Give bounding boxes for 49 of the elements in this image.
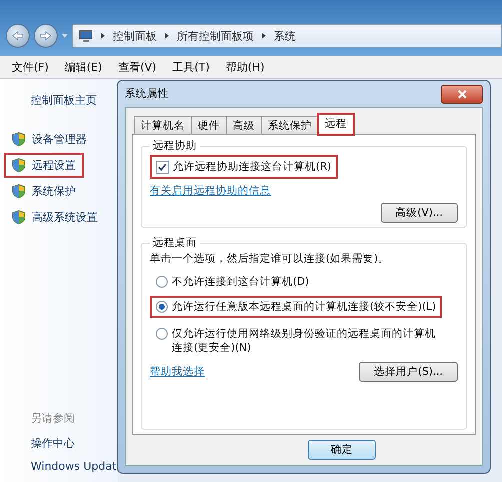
breadcrumb-arrow-icon[interactable]	[165, 33, 169, 39]
shield-icon	[12, 158, 26, 173]
advanced-button[interactable]: 高级(V)...	[380, 203, 458, 223]
menu-item[interactable]: 编辑(E)	[64, 60, 102, 74]
breadcrumb-item[interactable]: 控制面板	[113, 28, 157, 44]
sidebar-link[interactable]: 系统保护	[4, 179, 84, 204]
right-arrow-icon	[40, 31, 52, 41]
breadcrumb-arrow-icon[interactable]	[101, 33, 105, 39]
sidebar-home-link[interactable]: 控制面板主页	[4, 93, 118, 108]
shield-icon	[12, 184, 26, 199]
tab[interactable]: 计算机名	[134, 116, 192, 135]
shield-icon	[12, 210, 26, 225]
ok-button[interactable]: 确定	[308, 440, 376, 460]
menu-item[interactable]: 工具(T)	[172, 60, 210, 74]
group-heading: 远程协助	[152, 139, 198, 153]
sidebar-link[interactable]: 设备管理器	[4, 127, 95, 152]
breadcrumb-item[interactable]: 系统	[274, 28, 296, 44]
dialog-title: 系统属性	[125, 87, 169, 101]
breadcrumb-item[interactable]: 所有控制面板项	[177, 28, 254, 44]
tab[interactable]: 系统保护	[261, 116, 319, 135]
sidebar-link[interactable]: 远程设置	[4, 153, 84, 178]
see-also-heading: 另请参阅	[30, 411, 76, 426]
description-text: 单击一个选项，然后指定谁可以连接(如果需要)。	[150, 252, 390, 266]
tab[interactable]: 硬件	[191, 116, 227, 135]
see-also-link[interactable]: 操作中心	[4, 436, 118, 451]
menu-item[interactable]: 帮助(H)	[226, 60, 265, 74]
computer-icon	[79, 30, 93, 42]
select-users-button[interactable]: 选择用户(S)...	[359, 362, 458, 382]
tab[interactable]: 高级	[226, 116, 262, 135]
see-also-link[interactable]: Windows Updat	[4, 460, 118, 473]
remote-desktop-radio[interactable]: 仅允许运行使用网络级别身份验证的远程桌面的计算机连接(更安全)(N)	[150, 323, 452, 359]
address-bar[interactable]: 控制面板 所有控制面板项 系统	[72, 24, 502, 48]
remote-desktop-radio[interactable]: 不允许连接到这台计算机(D)	[150, 271, 316, 293]
menu-item[interactable]: 文件(F)	[12, 60, 49, 74]
back-button[interactable]	[6, 24, 30, 48]
close-button[interactable]	[441, 84, 483, 104]
remote-desktop-radio[interactable]: 允许运行任意版本远程桌面的计算机连接(较不安全)(L)	[150, 296, 442, 318]
info-link[interactable]: 有关启用远程协助的信息	[150, 184, 271, 198]
shield-icon	[12, 132, 26, 147]
left-arrow-icon	[12, 31, 24, 41]
close-icon	[458, 90, 466, 98]
sidebar-link[interactable]: 高级系统设置	[4, 205, 106, 230]
tab[interactable]: 远程	[318, 114, 354, 135]
breadcrumb-arrow-icon[interactable]	[262, 33, 266, 39]
help-link[interactable]: 帮助我选择	[150, 365, 205, 379]
remote-assistance-checkbox[interactable]: 允许远程协助连接这台计算机(R)	[150, 155, 338, 179]
menu-item[interactable]: 查看(V)	[118, 60, 157, 74]
group-heading: 远程桌面	[152, 236, 198, 250]
forward-button[interactable]	[34, 24, 58, 48]
